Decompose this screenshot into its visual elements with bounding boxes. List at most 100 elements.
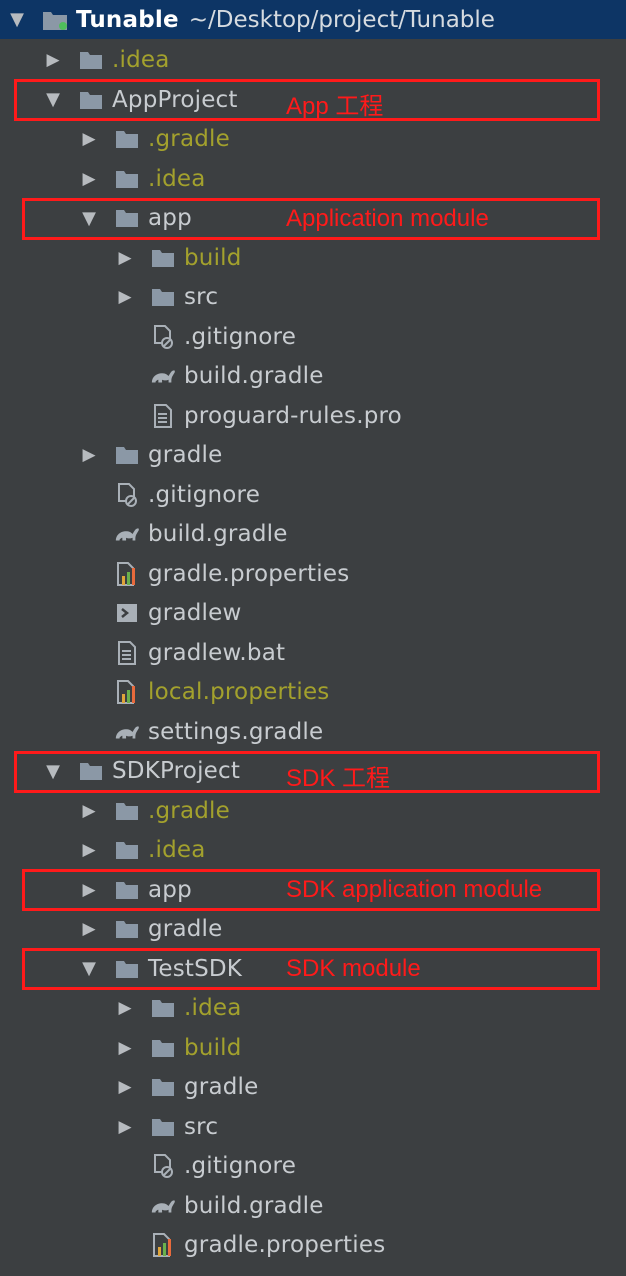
tree-row[interactable]: ▶ gradle — [0, 910, 626, 949]
text-file-icon — [114, 640, 140, 665]
tree-item-label: build.gradle — [184, 1192, 324, 1219]
chevron-down-icon[interactable]: ▼ — [6, 9, 28, 31]
chevron-right-icon[interactable]: ▶ — [114, 997, 136, 1019]
tree-row[interactable]: ▶gradlew — [0, 594, 626, 633]
tree-row[interactable]: ▶local.properties — [0, 673, 626, 712]
root-path: ~/Desktop/project/Tunable — [188, 6, 495, 33]
gitignore-icon — [114, 482, 140, 507]
tree-item-label: gradle — [148, 442, 223, 468]
tree-item-label: gradlew.bat — [148, 639, 286, 666]
tree-item-label: .gitignore — [184, 323, 297, 350]
properties-icon — [114, 561, 140, 586]
tree-root-row[interactable]: ▼ Tunable ~/Desktop/project/Tunable — [0, 0, 626, 39]
gitignore-icon — [150, 1154, 176, 1178]
folder-icon — [150, 1075, 176, 1099]
annotation-label: Application module — [286, 204, 489, 232]
tree-item-label: proguard-rules.pro — [184, 402, 402, 429]
tree-row[interactable]: ▶build.gradle — [0, 357, 626, 396]
folder-icon — [114, 127, 140, 151]
tree-item-label: .idea — [184, 995, 242, 1021]
tree-item-label: .gitignore — [148, 481, 261, 508]
tree-item-label: build.gradle — [184, 363, 324, 389]
tree-item-label: build — [184, 1034, 242, 1061]
chevron-right-icon[interactable]: ▶ — [78, 168, 100, 190]
tree-item-label: gradle — [148, 916, 223, 942]
tree-item-label: .idea — [148, 837, 206, 863]
chevron-right-icon[interactable]: ▶ — [114, 286, 136, 308]
tree-row[interactable]: ▶ gradle — [0, 1068, 626, 1107]
tree-row[interactable]: ▶.gitignore — [0, 475, 626, 514]
tree-row[interactable]: ▶ build — [0, 1028, 626, 1067]
folder-icon — [78, 48, 104, 72]
chevron-right-icon[interactable]: ▶ — [114, 1037, 136, 1059]
chevron-right-icon[interactable]: ▶ — [78, 800, 100, 822]
tree-row[interactable]: ▶ .idea — [0, 831, 626, 870]
chevron-right-icon[interactable]: ▶ — [78, 128, 100, 150]
tree-item-label: build.gradle — [148, 521, 288, 547]
module-folder-icon — [42, 8, 68, 32]
tree-item-label: local.properties — [148, 679, 330, 705]
tree-row[interactable]: ▶ .gradle — [0, 120, 626, 159]
tree-row[interactable]: ▶ .gradle — [0, 791, 626, 830]
tree-item-label: .idea — [148, 165, 206, 192]
gitignore-icon — [150, 324, 176, 349]
annotation-label: SDK application module — [286, 876, 543, 903]
tree-item-label: gradle.properties — [184, 1232, 386, 1258]
tree-row[interactable]: ▶proguard-rules.pro — [0, 396, 626, 435]
chevron-right-icon[interactable]: ▶ — [114, 1076, 136, 1098]
annotation-label: SDK module — [286, 955, 421, 982]
tree-item-label: .gitignore — [184, 1153, 297, 1179]
folder-icon — [150, 1115, 176, 1139]
chevron-right-icon[interactable]: ▶ — [78, 839, 100, 861]
folder-icon — [114, 167, 140, 191]
tree-row[interactable]: ▶build.gradle — [0, 1186, 626, 1225]
tree-row[interactable]: ▶ gradle — [0, 436, 626, 475]
gradle-icon — [114, 720, 140, 744]
chevron-right-icon[interactable]: ▶ — [114, 247, 136, 269]
tree-row[interactable]: ▶ .idea — [0, 41, 626, 80]
tree-row[interactable]: ▶ .idea — [0, 159, 626, 198]
tree-item-label: .gradle — [148, 797, 231, 824]
chevron-right-icon[interactable]: ▶ — [78, 918, 100, 940]
text-file-icon — [150, 403, 176, 428]
shell-script-icon — [114, 601, 140, 625]
tree-row[interactable]: ▶settings.gradle — [0, 712, 626, 751]
folder-icon — [114, 799, 140, 823]
properties-icon — [114, 680, 140, 704]
folder-icon — [114, 838, 140, 862]
tree-row[interactable]: ▶gradlew.bat — [0, 633, 626, 672]
tree-item-label: settings.gradle — [148, 718, 324, 745]
chevron-right-icon[interactable]: ▶ — [42, 49, 64, 71]
tree-row[interactable]: ▶ src — [0, 278, 626, 317]
tree-item-label: gradlew — [148, 600, 242, 626]
properties-icon — [150, 1233, 176, 1257]
gradle-icon — [114, 522, 140, 546]
chevron-right-icon[interactable]: ▶ — [114, 1116, 136, 1138]
tree-item-label: .gradle — [148, 126, 231, 152]
tree-row[interactable]: ▶gradle.properties — [0, 1226, 626, 1265]
tree-row[interactable]: ▶ build — [0, 238, 626, 277]
tree-item-label: gradle — [184, 1074, 259, 1100]
folder-icon — [150, 246, 176, 270]
folder-icon — [114, 917, 140, 941]
annotation-label: SDK 工程 — [286, 764, 391, 792]
tree-item-label: build — [184, 244, 242, 271]
root-name: Tunable — [76, 6, 179, 33]
tree-row[interactable]: ▶ src — [0, 1107, 626, 1146]
gradle-icon — [150, 1194, 176, 1218]
tree-row[interactable]: ▶build.gradle — [0, 515, 626, 554]
tree-item-label: src — [184, 1113, 219, 1140]
tree-row[interactable]: ▶.gitignore — [0, 317, 626, 356]
folder-icon — [150, 1036, 176, 1060]
chevron-right-icon[interactable]: ▶ — [78, 444, 100, 466]
tree-item-label: gradle.properties — [148, 560, 350, 587]
tree-item-label: .idea — [112, 47, 170, 73]
folder-icon — [150, 996, 176, 1020]
folder-icon — [114, 443, 140, 467]
tree-row[interactable]: ▶.gitignore — [0, 1147, 626, 1186]
tree-row[interactable]: ▶gradle.properties — [0, 554, 626, 593]
folder-icon — [150, 285, 176, 309]
tree-item-label: src — [184, 284, 219, 310]
annotation-label: App 工程 — [286, 93, 384, 120]
tree-row[interactable]: ▶ .idea — [0, 989, 626, 1028]
